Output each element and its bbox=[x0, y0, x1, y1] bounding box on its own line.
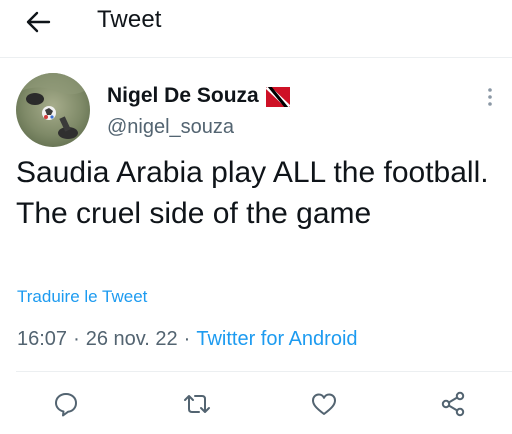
avatar[interactable] bbox=[16, 73, 90, 147]
meta-separator: · bbox=[183, 328, 191, 350]
tweet-time[interactable]: 16:07 bbox=[17, 328, 67, 350]
meta-separator: · bbox=[73, 328, 80, 350]
vertical-ellipsis-icon bbox=[488, 88, 492, 106]
back-button[interactable] bbox=[22, 8, 54, 36]
retweet-button[interactable] bbox=[181, 388, 213, 420]
author-display-name[interactable]: Nigel De Souza bbox=[107, 84, 259, 108]
like-button[interactable] bbox=[308, 388, 340, 420]
top-bar: Tweet bbox=[0, 0, 512, 48]
retweet-icon bbox=[184, 395, 210, 413]
like-icon bbox=[312, 393, 336, 415]
author-handle[interactable]: @nigel_souza bbox=[107, 116, 234, 139]
arrow-left-icon bbox=[26, 11, 51, 33]
reply-button[interactable] bbox=[50, 388, 82, 420]
share-button[interactable] bbox=[437, 388, 469, 420]
header-divider bbox=[0, 57, 512, 58]
tweet-detail-page: Tweet Nigel De Souza @nigel_souza Saudia… bbox=[0, 0, 512, 434]
tweet-source-link[interactable]: Twitter for Android bbox=[196, 328, 357, 350]
tweet-text: Saudia Arabia play ALL the football. The… bbox=[16, 156, 489, 230]
tweet-date[interactable]: 26 nov. 22 bbox=[86, 328, 178, 350]
translate-tweet-link[interactable]: Traduire le Tweet bbox=[17, 287, 147, 307]
avatar-photo bbox=[16, 73, 90, 147]
tweet-metadata: 16:07 · 26 nov. 22 · Twitter for Android bbox=[17, 328, 358, 351]
more-options-button[interactable] bbox=[484, 86, 496, 108]
page-title: Tweet bbox=[97, 6, 162, 33]
trinidad-and-tobago-flag-icon bbox=[266, 87, 290, 107]
share-icon bbox=[441, 391, 465, 417]
actions-divider bbox=[16, 371, 512, 372]
reply-icon bbox=[55, 393, 77, 417]
